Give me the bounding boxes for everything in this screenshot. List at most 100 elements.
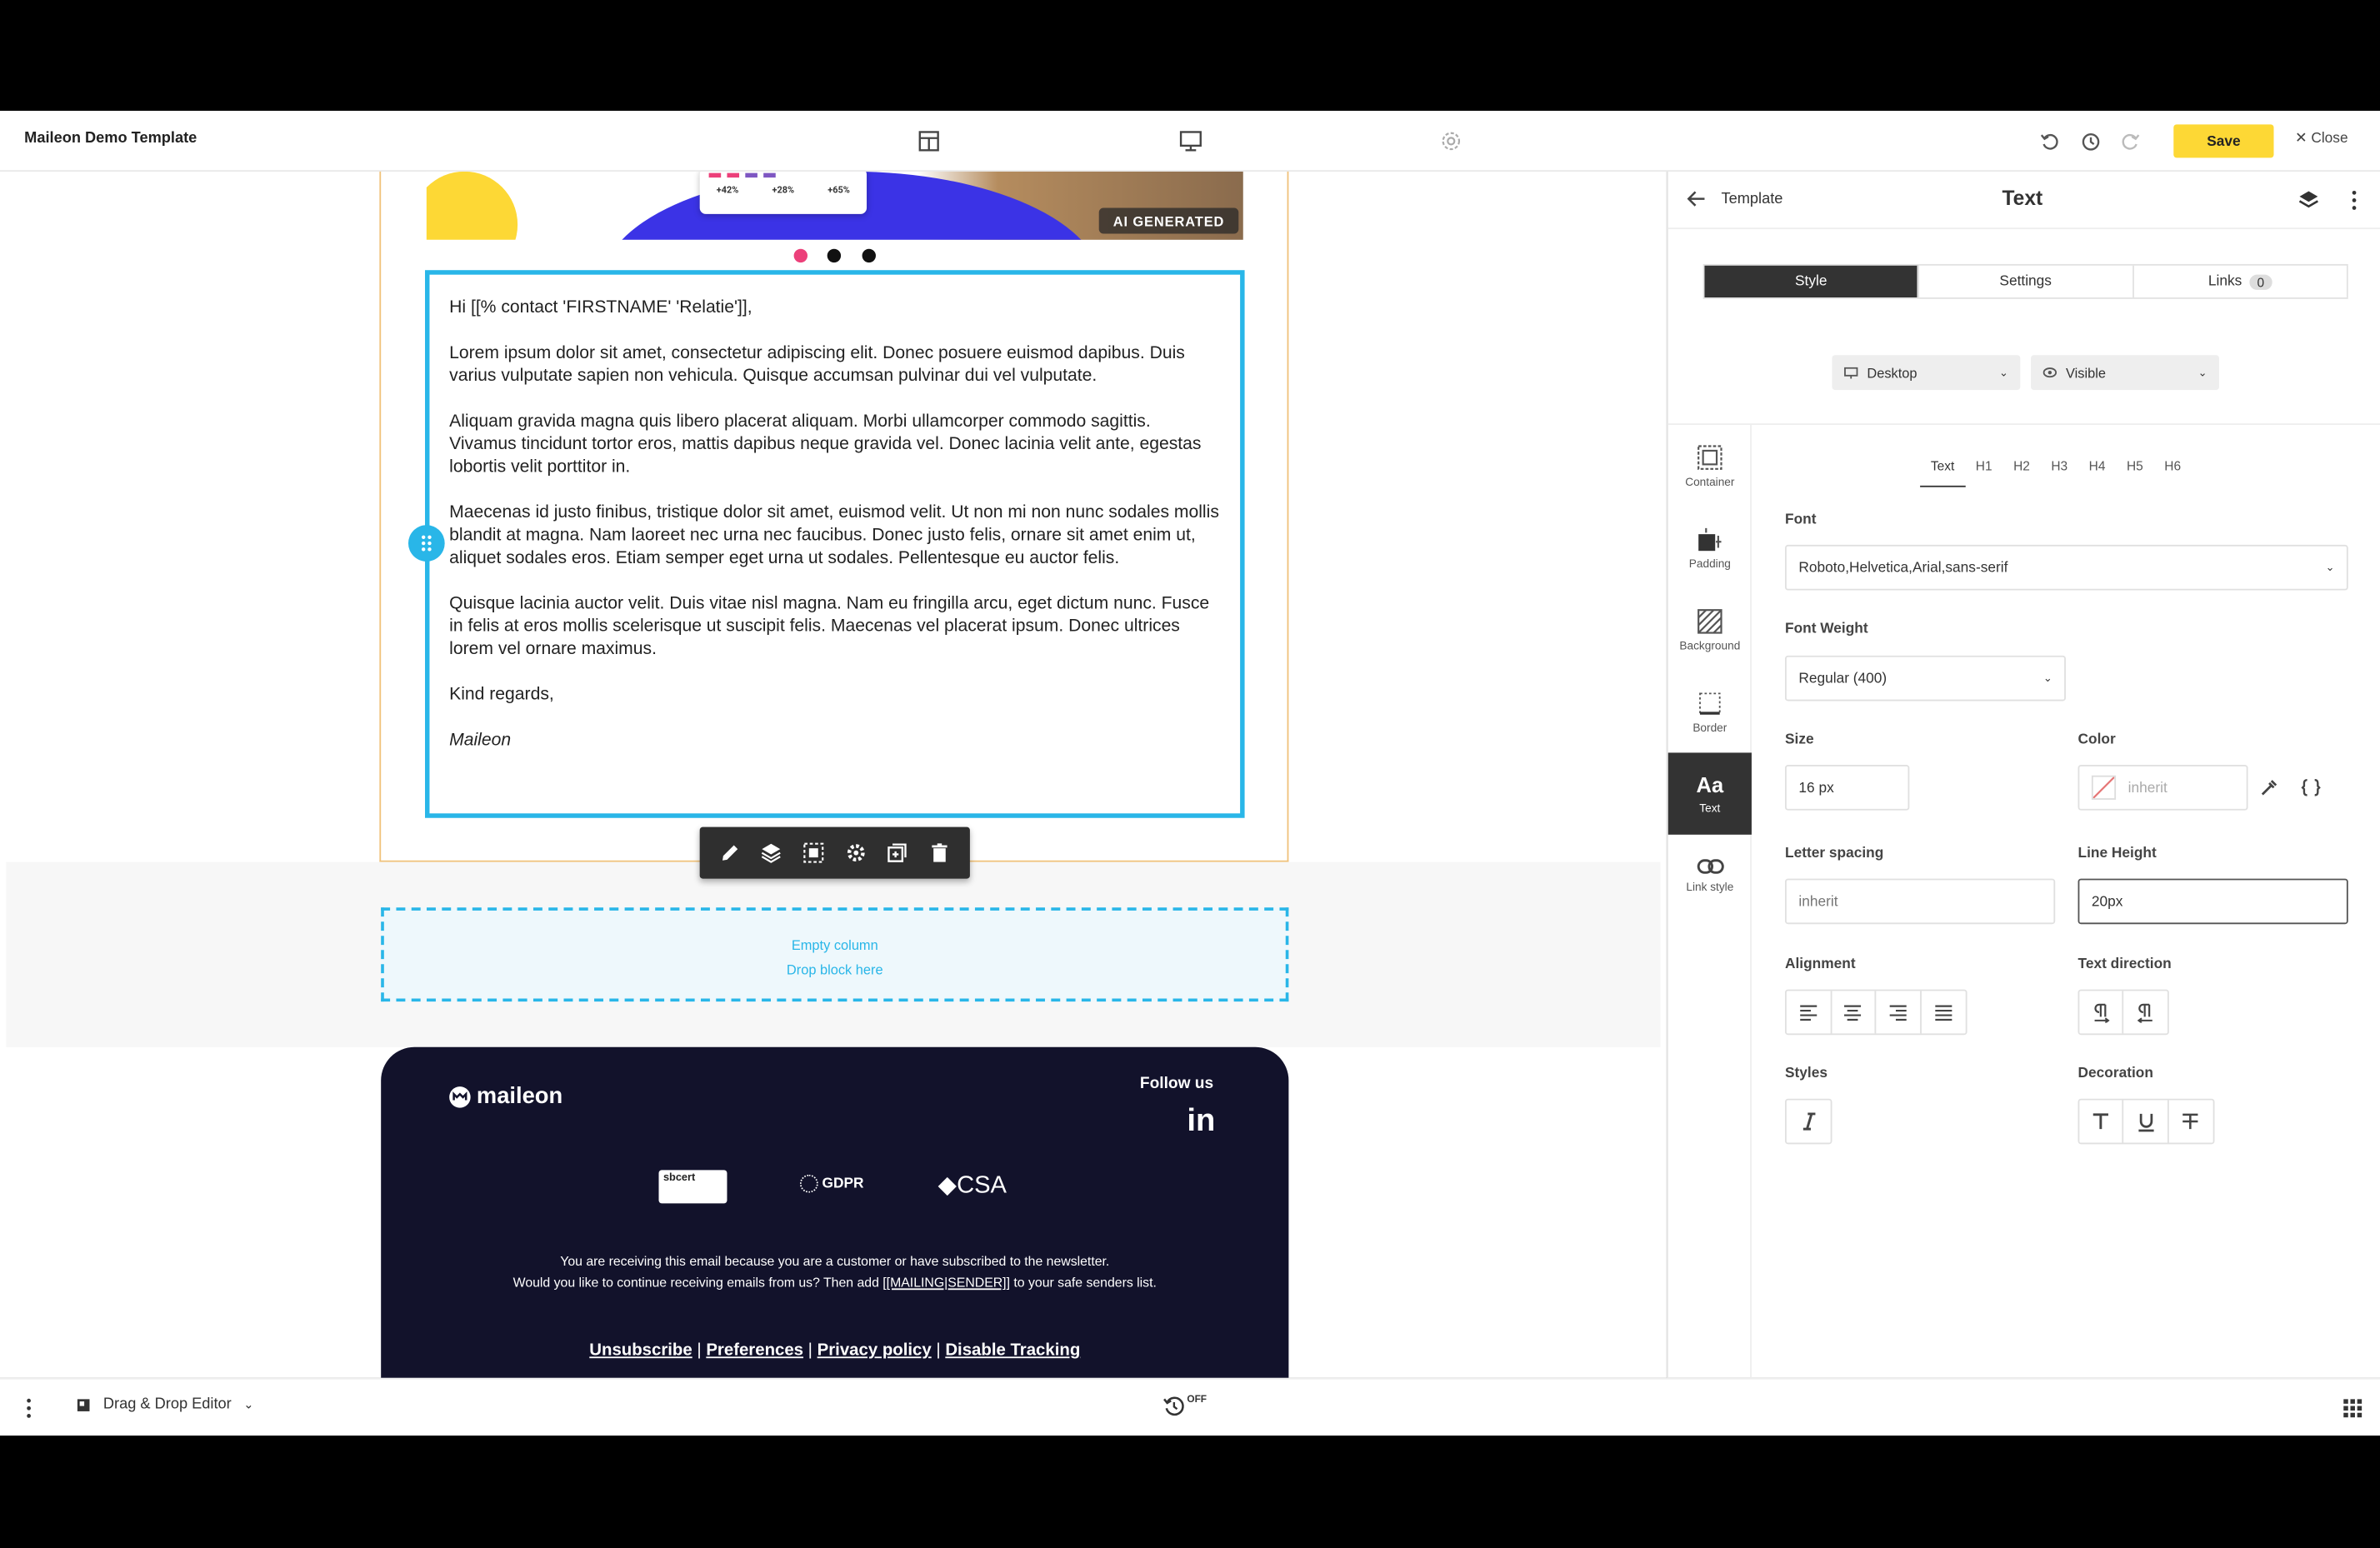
layers-icon[interactable]: [2295, 187, 2322, 214]
tab-settings[interactable]: Settings: [1919, 265, 2134, 298]
maileon-logo-text: maileon: [476, 1083, 563, 1110]
autosave-toggle[interactable]: OFF: [1162, 1395, 1207, 1417]
apps-grid-icon[interactable]: [2339, 1395, 2367, 1422]
underline-icon[interactable]: [2124, 1100, 2169, 1143]
rail-padding[interactable]: Padding: [1668, 507, 1752, 588]
letter-spacing-input[interactable]: [1785, 878, 2056, 925]
variable-braces-icon[interactable]: [2297, 774, 2324, 801]
bottom-bar: Drag & Drop Editor ⌄ OFF: [0, 1377, 2380, 1436]
align-left-icon[interactable]: [1787, 991, 1832, 1034]
styles-label: Styles: [1785, 1065, 1828, 1082]
rail-label: Padding: [1688, 556, 1731, 570]
signature-text[interactable]: Maileon: [449, 728, 1220, 751]
line-height-value: 20px: [2091, 892, 2123, 910]
history-icon[interactable]: [2077, 127, 2104, 155]
more-vertical-icon[interactable]: [2341, 187, 2368, 214]
htab-h3[interactable]: H3: [2041, 458, 2078, 487]
chevron-down-icon: ⌄: [2325, 562, 2335, 574]
edit-pencil-icon[interactable]: [715, 837, 745, 867]
strikethrough-icon[interactable]: [2168, 1101, 2212, 1143]
closing-text[interactable]: Kind regards,: [449, 683, 1220, 706]
visibility-select[interactable]: Visible ⌄: [2031, 355, 2219, 391]
size-input[interactable]: 16 px: [1785, 765, 1910, 811]
htab-h2[interactable]: H2: [2002, 458, 2040, 487]
rtl-direction-icon[interactable]: [2123, 991, 2168, 1033]
link-icon: [1696, 859, 1723, 874]
chevron-down-icon: ⌄: [2042, 673, 2052, 685]
drag-handle[interactable]: [408, 525, 445, 562]
select-parent-icon[interactable]: [798, 837, 828, 867]
carousel-dot-active[interactable]: [793, 248, 808, 263]
tab-links[interactable]: Links 0: [2133, 266, 2347, 297]
align-center-icon[interactable]: [1832, 991, 1877, 1034]
ltr-direction-icon[interactable]: [2079, 991, 2124, 1034]
divider: [1668, 227, 2380, 230]
htab-text[interactable]: Text: [1920, 458, 1966, 487]
rail-link-style[interactable]: Link style: [1668, 835, 1752, 916]
rail-background[interactable]: Background: [1668, 589, 1752, 671]
close-icon: ✕: [2295, 130, 2308, 147]
selected-text-block[interactable]: Hi [[% contact 'FIRSTNAME' 'Relatie']], …: [425, 270, 1245, 818]
empty-column-dropzone[interactable]: Empty column Drop block here: [381, 907, 1289, 1002]
link-separator: |: [692, 1341, 707, 1361]
disable-tracking-link[interactable]: Disable Tracking: [945, 1341, 1080, 1360]
block-settings-icon[interactable]: [841, 837, 871, 867]
unsubscribe-link[interactable]: Unsubscribe: [589, 1341, 692, 1360]
close-button[interactable]: ✕ Close: [2295, 131, 2348, 147]
maileon-logo: maileon: [448, 1083, 563, 1110]
undo-icon[interactable]: [2036, 127, 2063, 155]
no-decoration-icon[interactable]: [2079, 1100, 2124, 1143]
csa-badge: ◆CSA: [938, 1170, 1007, 1200]
editor-icon: [77, 1398, 90, 1411]
eyedropper-icon[interactable]: [2256, 774, 2283, 801]
font-weight-select[interactable]: Regular (400) ⌄: [1785, 655, 2066, 702]
body-paragraph[interactable]: Lorem ipsum dolor sit amet, consectetur …: [449, 342, 1220, 387]
body-paragraph[interactable]: Aliquam gravida magna quis libero placer…: [449, 410, 1220, 478]
carousel-dot[interactable]: [862, 248, 876, 263]
autosave-state: OFF: [1187, 1394, 1208, 1406]
csa-badge-text: CSA: [957, 1172, 1008, 1199]
body-paragraph[interactable]: Maecenas id justo finibus, tristique dol…: [449, 501, 1220, 569]
gdpr-ring-icon: [799, 1174, 818, 1193]
align-justify-icon[interactable]: [1921, 991, 1966, 1033]
device-select[interactable]: Desktop ⌄: [1832, 355, 2021, 391]
email-footer[interactable]: maileon Follow us in sbcert GDPR ◆CSA Yo…: [381, 1046, 1289, 1378]
htab-h1[interactable]: H1: [1965, 458, 2002, 487]
footer-links: Unsubscribe | Preferences | Privacy poli…: [381, 1341, 1288, 1360]
linkedin-icon[interactable]: in: [1187, 1103, 1215, 1140]
tab-style[interactable]: Style: [1704, 265, 1919, 298]
more-vertical-icon[interactable]: [15, 1395, 42, 1422]
layout-icon[interactable]: [915, 127, 942, 155]
delete-trash-icon[interactable]: [924, 837, 954, 867]
email-canvas[interactable]: +42% +28% +65% AI GENERATED Hi [[% conta…: [0, 171, 1667, 1378]
panel-tabs: Style Settings Links 0: [1702, 263, 2348, 299]
italic-icon[interactable]: [1787, 1101, 1831, 1143]
privacy-policy-link[interactable]: Privacy policy: [818, 1341, 932, 1360]
rail-text[interactable]: Aa Text: [1668, 752, 1752, 835]
redo-icon[interactable]: [2116, 127, 2143, 155]
font-select[interactable]: Roboto,Helvetica,Arial,sans-serif ⌄: [1785, 544, 2348, 591]
align-right-icon[interactable]: [1876, 991, 1922, 1034]
editor-mode-select[interactable]: Drag & Drop Editor ⌄: [76, 1396, 254, 1413]
greeting-text[interactable]: Hi [[% contact 'FIRSTNAME' 'Relatie']],: [449, 296, 1220, 318]
carousel-dot[interactable]: [827, 248, 842, 263]
styles-group: [1785, 1098, 1832, 1145]
htab-h6[interactable]: H6: [2154, 458, 2192, 487]
duplicate-icon[interactable]: [882, 837, 912, 867]
rail-border[interactable]: Border: [1668, 671, 1752, 752]
rail-container[interactable]: Container: [1668, 425, 1752, 507]
maileon-logo-icon: [449, 1086, 471, 1107]
layers-icon[interactable]: [757, 837, 787, 867]
save-button[interactable]: Save: [2173, 124, 2274, 158]
preferences-link[interactable]: Preferences: [706, 1341, 803, 1360]
desktop-preview-icon[interactable]: [1177, 127, 1204, 155]
panel-title: Text: [2002, 187, 2043, 210]
htab-h4[interactable]: H4: [2078, 458, 2116, 487]
htab-h5[interactable]: H5: [2116, 458, 2153, 487]
line-height-input[interactable]: 20px: [2078, 878, 2348, 925]
hero-image[interactable]: +42% +28% +65% AI GENERATED: [426, 171, 1243, 240]
settings-gear-icon[interactable]: [1438, 127, 1465, 155]
body-paragraph[interactable]: Quisque lacinia auctor velit. Duis vitae…: [449, 592, 1220, 660]
back-to-template[interactable]: Template: [1687, 190, 1782, 208]
color-input[interactable]: inherit: [2078, 765, 2248, 811]
